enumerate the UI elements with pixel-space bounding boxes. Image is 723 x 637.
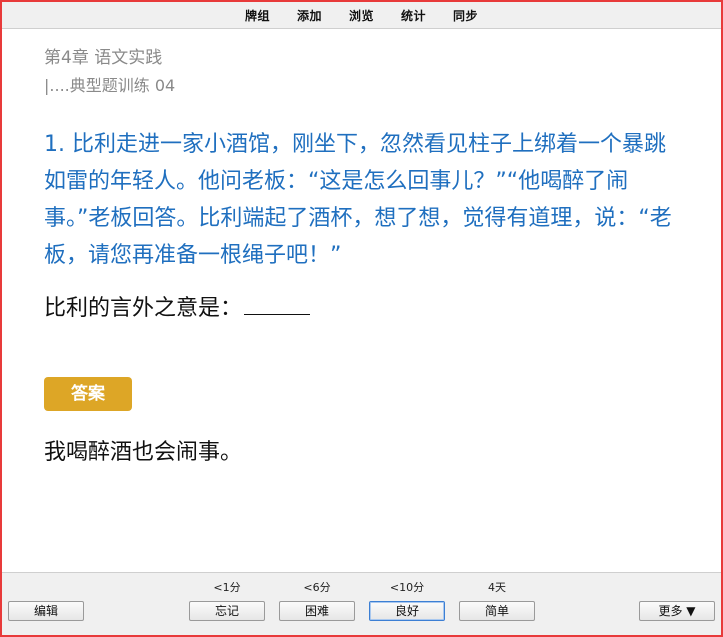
more-button[interactable]: 更多 ▼ xyxy=(639,601,715,621)
again-button[interactable]: 忘记 xyxy=(189,601,265,621)
menu-stats[interactable]: 统计 xyxy=(401,7,426,24)
review-bar: <1分 <6分 <10分 4天 编辑 忘记 困难 良好 简单 更多 ▼ xyxy=(2,572,721,635)
menu-browse[interactable]: 浏览 xyxy=(349,7,374,24)
chapter-title: 第4章 语文实践 xyxy=(44,48,163,68)
interval-good: <10分 xyxy=(389,581,425,594)
hard-button[interactable]: 困难 xyxy=(279,601,355,621)
good-button[interactable]: 良好 xyxy=(369,601,445,621)
card-content: 第4章 语文实践 |....典型题训练 04 1. 比利走进一家小酒馆，刚坐下，… xyxy=(44,44,694,469)
menu-decks[interactable]: 牌组 xyxy=(245,7,270,24)
prompt-text: 比利的言外之意是： xyxy=(44,296,243,321)
question-prompt: 比利的言外之意是： xyxy=(44,292,694,325)
edit-button[interactable]: 编辑 xyxy=(8,601,84,621)
answer-text: 我喝醉酒也会闹事。 xyxy=(44,440,243,465)
interval-hard: <6分 xyxy=(303,581,331,594)
menu-sync[interactable]: 同步 xyxy=(453,7,478,24)
subsection-title: |....典型题训练 04 xyxy=(44,76,176,95)
answer-blank xyxy=(244,292,311,315)
menu-add[interactable]: 添加 xyxy=(297,7,322,24)
easy-button[interactable]: 简单 xyxy=(459,601,535,621)
question-text: 1. 比利走进一家小酒馆，刚坐下，忽然看见柱子上绑着一个暴跳如雷的年轻人。他问老… xyxy=(44,132,672,268)
answer-badge: 答案 xyxy=(44,377,132,411)
interval-easy: 4天 xyxy=(488,581,506,594)
interval-again: <1分 xyxy=(213,581,241,594)
top-menu-bar: 牌组 添加 浏览 统计 同步 xyxy=(2,2,721,29)
